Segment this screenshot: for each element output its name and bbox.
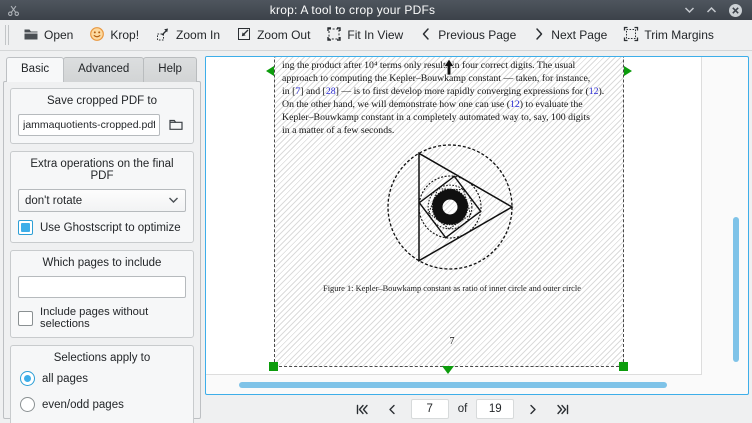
close-icon[interactable] — [728, 3, 743, 18]
rotate-dropdown[interactable]: don't rotate — [18, 189, 186, 212]
vertical-scrollbar-thumb[interactable] — [733, 217, 739, 362]
content-area: Basic Advanced Help Save cropped PDF to — [0, 51, 752, 423]
selections-group: Selections apply to all pages even/odd p… — [10, 345, 194, 423]
fit-in-view-button[interactable]: Fit In View — [318, 22, 411, 49]
pages-group: Which pages to include Include pages wit… — [10, 250, 194, 338]
fit-in-view-icon — [326, 26, 342, 45]
save-group-title: Save cropped PDF to — [18, 95, 186, 107]
previous-page-nav-button[interactable] — [382, 401, 402, 418]
scissors-app-icon — [7, 3, 21, 17]
pdf-preview-viewport[interactable]: ing the product after 10⁴ terms only res… — [205, 56, 749, 395]
include-pages-row[interactable]: Include pages without selections — [18, 306, 186, 330]
ghostscript-label: Use Ghostscript to optimize — [40, 222, 181, 234]
current-page-input[interactable]: 7 — [411, 399, 449, 419]
window-title: krop: A tool to crop your PDFs — [21, 3, 684, 17]
pages-group-title: Which pages to include — [18, 257, 186, 269]
browse-file-button[interactable] — [166, 114, 186, 136]
last-page-button[interactable] — [552, 401, 574, 418]
preview-pane: ing the product after 10⁴ terms only res… — [203, 51, 752, 423]
horizontal-scrollbar-thumb[interactable] — [239, 382, 667, 388]
krop-button[interactable]: Krop! — [81, 22, 147, 49]
pages-to-include-input[interactable] — [18, 276, 186, 298]
kepler-bouwkamp-figure — [380, 137, 520, 282]
include-pages-label: Include pages without selections — [40, 306, 186, 330]
folder-open-icon — [23, 26, 39, 45]
open-button[interactable]: Open — [15, 22, 81, 49]
chevron-right-icon — [532, 27, 546, 44]
next-page-button[interactable]: Next Page — [524, 23, 615, 48]
pdf-page-number: 7 — [282, 336, 622, 347]
selections-group-title: Selections apply to — [18, 352, 186, 364]
smiley-icon — [89, 26, 105, 45]
toolbar-drag-handle[interactable] — [5, 25, 10, 45]
radio-all-pages-control[interactable] — [20, 371, 35, 386]
first-page-button[interactable] — [351, 401, 373, 418]
zoom-out-icon — [236, 26, 252, 45]
tab-basic[interactable]: Basic — [6, 57, 64, 82]
radio-all-pages[interactable]: all pages — [20, 371, 186, 386]
minimize-icon[interactable] — [684, 6, 695, 14]
page-navigation-bar: 7 of 19 — [203, 395, 752, 423]
previous-page-button[interactable]: Previous Page — [411, 23, 524, 48]
selection-handle-left[interactable] — [266, 66, 274, 76]
ghostscript-row[interactable]: Use Ghostscript to optimize — [18, 220, 186, 235]
radio-even-odd-control[interactable] — [20, 397, 35, 412]
tab-help[interactable]: Help — [143, 57, 197, 82]
zoom-out-button[interactable]: Zoom Out — [228, 22, 318, 49]
basic-tab-panel: Save cropped PDF to Extra operations on … — [3, 81, 201, 419]
tab-advanced[interactable]: Advanced — [63, 57, 144, 82]
titlebar[interactable]: krop: A tool to crop your PDFs — [0, 0, 752, 20]
selection-handle-right[interactable] — [624, 66, 632, 76]
output-filename-input[interactable] — [18, 114, 160, 136]
save-group: Save cropped PDF to — [10, 88, 194, 144]
zoom-in-button[interactable]: Zoom In — [147, 22, 228, 49]
chevron-down-icon — [168, 195, 179, 207]
selection-handle-bottom[interactable] — [442, 366, 454, 374]
of-label: of — [458, 403, 468, 415]
selection-handle-bottom-left[interactable] — [269, 362, 278, 371]
figure-caption: Figure 1: Kepler–Bouwkamp constant as ra… — [282, 284, 622, 293]
sidebar-tabs: Basic Advanced Help — [6, 57, 196, 82]
next-page-nav-button[interactable] — [523, 401, 543, 418]
trim-margins-button[interactable]: Trim Margins — [615, 22, 722, 49]
settings-sidebar: Basic Advanced Help Save cropped PDF to — [0, 51, 203, 423]
extra-operations-group: Extra operations on the final PDF don't … — [10, 151, 194, 243]
pdf-page: ing the product after 10⁴ terms only res… — [206, 57, 702, 375]
ghostscript-checkbox[interactable] — [18, 220, 33, 235]
selection-handle-bottom-right[interactable] — [619, 362, 628, 371]
extra-group-title: Extra operations on the final PDF — [18, 158, 186, 182]
trim-margins-icon — [623, 26, 639, 45]
chevron-left-icon — [419, 27, 433, 44]
rotate-dropdown-value: don't rotate — [25, 195, 168, 207]
total-pages-input[interactable]: 19 — [476, 399, 514, 419]
zoom-in-icon — [155, 26, 171, 45]
maximize-icon[interactable] — [706, 6, 717, 14]
mouse-cursor — [443, 59, 455, 81]
krop-window: krop: A tool to crop your PDFs Open — [0, 0, 752, 423]
main-toolbar: Open Krop! Zoom In Zoom Out Fit In View — [0, 20, 752, 51]
radio-even-odd-pages[interactable]: even/odd pages — [20, 397, 186, 412]
folder-icon — [168, 116, 184, 135]
include-pages-checkbox[interactable] — [18, 311, 33, 326]
